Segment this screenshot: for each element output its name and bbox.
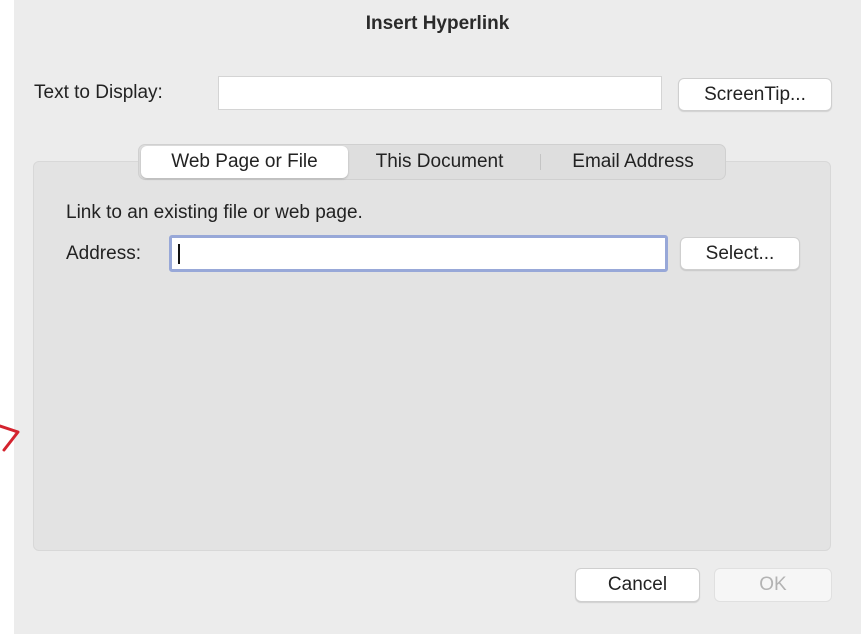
link-description: Link to an existing file or web page. [66, 202, 363, 223]
red-pen-annotation-icon [0, 424, 20, 452]
insert-hyperlink-dialog: Insert Hyperlink Text to Display: Screen… [14, 0, 861, 634]
text-caret [178, 244, 180, 264]
link-type-tab-bar: Web Page or File This Document Email Add… [138, 144, 726, 180]
tab-this-document[interactable]: This Document [351, 146, 528, 178]
tab-separator [540, 154, 541, 170]
cancel-button[interactable]: Cancel [575, 568, 700, 602]
tab-email-address[interactable]: Email Address [543, 146, 723, 178]
address-label: Address: [66, 243, 141, 264]
text-to-display-field[interactable] [218, 76, 662, 110]
screentip-button[interactable]: ScreenTip... [678, 78, 832, 111]
text-to-display-label: Text to Display: [34, 82, 163, 103]
dialog-title: Insert Hyperlink [365, 13, 510, 34]
address-input[interactable] [169, 235, 668, 272]
ok-button: OK [714, 568, 832, 602]
tab-web-page-or-file[interactable]: Web Page or File [141, 146, 348, 178]
select-button[interactable]: Select... [680, 237, 800, 270]
